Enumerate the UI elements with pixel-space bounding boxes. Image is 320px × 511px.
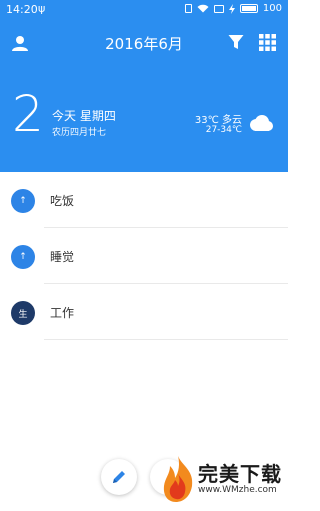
month-title[interactable]: 2016年6月 bbox=[0, 33, 288, 54]
edit-button[interactable] bbox=[101, 459, 137, 495]
status-icons: 100 bbox=[184, 3, 282, 14]
toolbar: 2016年6月 bbox=[0, 28, 288, 58]
weather-range: 27-34℃ bbox=[205, 125, 242, 135]
weather-current: 33℃ 多云 bbox=[194, 115, 242, 126]
task-label: 吃饭 bbox=[50, 194, 75, 208]
wifi-icon bbox=[197, 4, 209, 13]
screen-icon bbox=[213, 4, 224, 13]
divider bbox=[44, 339, 288, 340]
watermark-url: www.WMzhe.com bbox=[198, 485, 277, 495]
priority-badge: ↑ bbox=[11, 245, 35, 269]
pencil-icon bbox=[113, 471, 125, 483]
charging-icon bbox=[228, 3, 235, 14]
list-item[interactable]: 生 工作 bbox=[0, 284, 288, 340]
day-number: 2 bbox=[12, 85, 44, 143]
vibrate-icon bbox=[184, 4, 192, 13]
header-panel: 14:20 ψ 100 2016年6月 2 今天 星期四 农历四月廿七 33℃ … bbox=[0, 0, 288, 172]
grid-icon[interactable] bbox=[259, 34, 276, 51]
task-label: 工作 bbox=[50, 306, 75, 320]
status-bar: 14:20 ψ 100 bbox=[0, 0, 288, 20]
cloud-icon bbox=[250, 115, 273, 131]
flame-icon bbox=[163, 456, 193, 502]
watermark-brand: 完美下载 bbox=[198, 462, 282, 486]
category-badge: 生 bbox=[11, 301, 35, 325]
today-label: 今天 星期四 bbox=[52, 109, 116, 123]
list-item[interactable]: ↑ 睡觉 bbox=[0, 228, 288, 284]
lunar-date: 农历四月廿七 bbox=[52, 128, 107, 138]
battery-level: 100 bbox=[262, 3, 282, 14]
watermark-logo: 完美下载 www.WMzhe.com bbox=[156, 452, 288, 508]
battery-icon bbox=[239, 4, 258, 13]
priority-badge: ↑ bbox=[11, 189, 35, 213]
status-time: 14:20 bbox=[6, 3, 38, 16]
filter-icon[interactable] bbox=[228, 34, 244, 50]
task-label: 睡觉 bbox=[50, 250, 75, 264]
list-item[interactable]: ↑ 吃饭 bbox=[0, 172, 288, 228]
usb-icon: ψ bbox=[38, 2, 46, 15]
